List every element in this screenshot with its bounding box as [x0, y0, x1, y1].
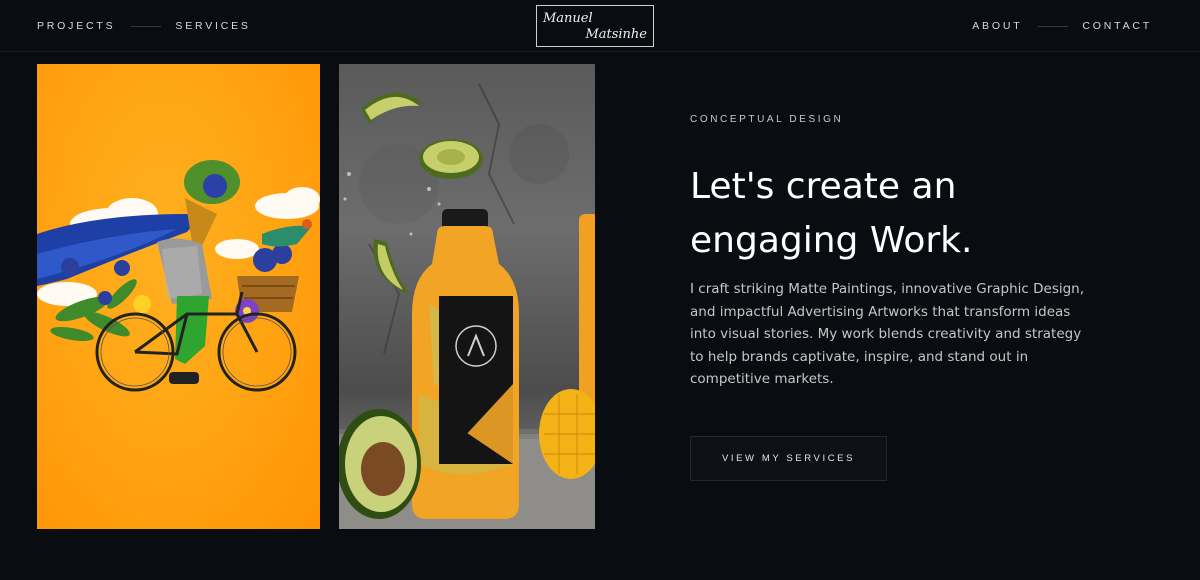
logo-first-name: Manuel [543, 11, 593, 26]
gallery-image-cyclist [37, 64, 320, 529]
hero-description: I craft striking Matte Paintings, innova… [690, 281, 1085, 388]
nav-right: ABOUT CONTACT [972, 20, 1152, 32]
logo-last-name: Matsinhe [585, 27, 647, 42]
gallery-image-juice [339, 64, 595, 529]
hero-headline-line-2: engaging Work. [690, 220, 973, 261]
site-logo[interactable]: Manuel Matsinhe [536, 5, 654, 47]
section-eyebrow: CONCEPTUAL DESIGN [690, 114, 844, 125]
nav-contact[interactable]: CONTACT [1082, 20, 1152, 32]
nav-services[interactable]: SERVICES [175, 20, 250, 32]
site-header: PROJECTS SERVICES Manuel Matsinhe ABOUT … [0, 0, 1200, 52]
nav-divider [1038, 25, 1069, 27]
hero-headline-line-1: Let's create an [690, 166, 957, 207]
nav-divider [131, 25, 162, 27]
view-services-button[interactable]: VIEW MY SERVICES [690, 436, 887, 481]
juice-bottle-illustration [339, 83, 595, 529]
nav-projects[interactable]: PROJECTS [37, 20, 115, 32]
nav-left: PROJECTS SERVICES [37, 20, 251, 32]
hero-headline: Let's create an engaging Work. [690, 160, 1110, 268]
nav-about[interactable]: ABOUT [972, 20, 1022, 32]
cyclist-illustration [37, 160, 320, 392]
